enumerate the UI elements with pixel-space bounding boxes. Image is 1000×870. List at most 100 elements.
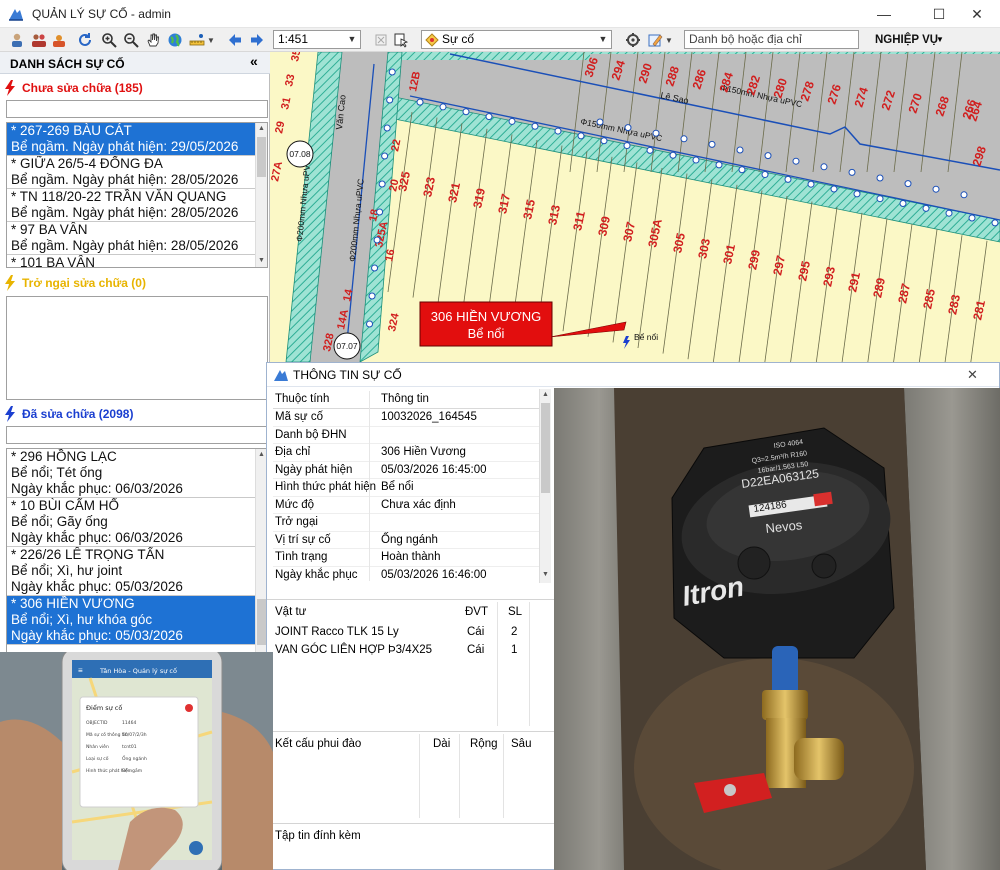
close-button[interactable]: ✕ <box>954 0 1000 28</box>
list-item-line1: * 10 BÙI CẨM HỔ <box>11 498 120 513</box>
map-view[interactable]: Φ150mm Nhựa uPVC Φ150mm Nhựa uPVC Φ200mm… <box>270 52 1000 362</box>
list-item-line1: * 226/26 LÊ TRỌNG TẤN <box>11 547 165 562</box>
zoom-out-icon[interactable] <box>122 31 140 49</box>
list-item-line2: Bể ngầm. Ngày phát hiện: 28/05/2026 <box>11 172 239 187</box>
materials-header-qty: SL <box>508 606 523 618</box>
list-item[interactable]: * 267-269 BÀU CÁT Bể ngầm. Ngày phát hiện… <box>7 123 256 156</box>
users-icon[interactable] <box>30 31 48 49</box>
attribute-key: Vị trí sự cố <box>275 533 331 546</box>
zoom-in-icon[interactable] <box>100 31 118 49</box>
layer-value: Sự cố <box>442 32 475 46</box>
panel-header: DANH SÁCH SỰ CỐ « <box>0 52 270 74</box>
chevron-down-icon[interactable]: ▼ <box>936 35 944 44</box>
section-pending-label: Chưa sửa chữa (185) <box>22 81 143 95</box>
material-qty: 2 <box>511 626 518 638</box>
attribute-row: Ngày khắc phục 05/03/2026 16:46:00 <box>273 567 549 584</box>
pan-hand-icon[interactable] <box>144 31 162 49</box>
globe-icon[interactable] <box>166 31 184 49</box>
edit-dropdown-icon[interactable]: ▼ <box>664 31 674 49</box>
lightning-icon <box>5 406 15 422</box>
info-close-button[interactable]: ✕ <box>967 367 978 383</box>
attachments-area[interactable]: Tập tin đính kèm <box>267 823 555 869</box>
zone-marker-0707[interactable]: 07.07 <box>333 332 361 360</box>
phone-field-3: Nhân viên <box>86 743 109 750</box>
minimize-button[interactable]: — <box>861 0 907 28</box>
back-arrow-icon[interactable] <box>226 31 244 49</box>
section-pending-header[interactable]: Chưa sửa chữa (185) <box>4 78 143 98</box>
list-item-line2: Bể nổi; Xì, hư joint <box>11 563 123 578</box>
list-item[interactable]: * 101 BA VÂN <box>7 255 256 267</box>
measure-icon[interactable] <box>188 31 206 49</box>
attribute-row: Vị trí sự cố Ống ngánh <box>273 532 549 549</box>
list-item[interactable]: * 10 BÙI CẨM HỔ Bể nổi; Gãy ống Ngày khắc … <box>7 498 256 547</box>
list-item[interactable]: * GIỮA 26/5-4 ĐỐNG ĐA Bể ngầm. Ngày phát … <box>7 156 256 189</box>
list-item-line1: * GIỮA 26/5-4 ĐỐNG ĐA <box>11 156 163 171</box>
scroll-up-icon[interactable]: ▲ <box>258 125 265 132</box>
settings-tool-icon[interactable] <box>624 31 642 49</box>
measure-dropdown-icon[interactable]: ▼ <box>206 31 216 49</box>
callout-subtitle: Bể nổi <box>468 326 505 341</box>
incident-photo[interactable]: D22EA063125 ISO 4064 Q3=2.5m³/h R160 16b… <box>554 388 1000 870</box>
scroll-thumb[interactable] <box>541 403 550 493</box>
zone-label: 07.07 <box>336 341 358 351</box>
phone-field-1: OBJECTID <box>86 720 108 726</box>
attribute-value: Hoàn thành <box>381 551 441 563</box>
lightning-icon <box>5 80 15 96</box>
section-blocked-label: Trở ngại sửa chữa (0) <box>22 276 146 290</box>
attribute-row: Danh bộ ĐHN <box>273 427 549 444</box>
list-item[interactable]: * 306 HIỀN VƯƠNG Bể nổi; Xì, hư khóa góc N… <box>7 596 256 645</box>
fixed-filter-input[interactable] <box>6 426 268 444</box>
user-icon[interactable] <box>8 31 26 49</box>
scroll-down-icon[interactable]: ▼ <box>258 257 265 264</box>
section-blocked-header[interactable]: Trở ngại sửa chữa (0) <box>4 273 146 293</box>
attribute-value: 10032026_164545 <box>381 411 477 423</box>
layer-select[interactable]: Sự cố ▼ <box>421 30 612 49</box>
select-feature-icon[interactable] <box>392 31 410 49</box>
pending-filter-input[interactable] <box>6 100 268 118</box>
materials-table: Vật tư ĐVT SL JOINT Racco TLK 15 Ly Cái 2 V… <box>267 599 555 727</box>
chevron-down-icon: ▼ <box>347 34 357 44</box>
callout-title: 306 HIỀN VƯƠNG <box>431 309 541 324</box>
scale-select[interactable]: 1:451 ▼ <box>273 30 361 49</box>
phone-app-title: Tân Hòa - Quản lý sự cố <box>99 667 177 675</box>
attribute-grid-header: Thuộc tính Thông tin <box>273 391 549 409</box>
phone-close-icon[interactable] <box>185 704 193 712</box>
list-item[interactable]: * 97 BA VÂN Bể ngầm. Ngày phát hiện: 28/0… <box>7 222 256 255</box>
scroll-thumb[interactable] <box>257 137 266 177</box>
map-canvas[interactable]: Φ150mm Nhựa uPVC Φ150mm Nhựa uPVC Φ200mm… <box>270 52 1000 362</box>
excavation-header-structure: Kết cấu phui đào <box>275 738 362 750</box>
list-item-line3: Ngày khắc phục: 06/03/2026 <box>11 530 183 545</box>
forward-arrow-icon[interactable] <box>248 31 266 49</box>
parcel-label: 31 <box>279 96 293 110</box>
attribute-key: Mức độ <box>275 498 315 511</box>
list-item[interactable]: * 226/26 LÊ TRỌNG TẤN Bể nổi; Xì, hư join… <box>7 547 256 596</box>
pending-scrollbar[interactable]: ▲ ▼ <box>255 123 267 267</box>
title-bar: QUẢN LÝ SỰ CỐ - admin — ☐ ✕ <box>0 0 1000 28</box>
header-attribute: Thuộc tính <box>275 393 330 405</box>
scroll-thumb[interactable] <box>257 599 266 645</box>
list-item[interactable]: * TN 118/20-22 TRẦN VĂN QUANG Bể ngầm. Ng… <box>7 189 256 222</box>
section-fixed-header[interactable]: Đã sửa chữa (2098) <box>4 404 133 424</box>
list-item-line3: Ngày khắc phục: 06/03/2026 <box>11 481 183 496</box>
group-icon[interactable] <box>50 31 68 49</box>
excavation-header-length: Dài <box>433 738 451 750</box>
refresh-icon[interactable] <box>76 31 94 49</box>
list-item[interactable]: * 296 HỒNG LẠC Bể nổi; Tét ống Ngày khắc p… <box>7 449 256 498</box>
search-input[interactable]: Danh bộ hoặc địa chỉ <box>684 30 859 49</box>
lightning-icon <box>5 275 15 291</box>
blocked-list <box>6 296 268 400</box>
attribute-row: Mã sự cố 10032026_164545 <box>273 409 549 427</box>
attribute-scrollbar[interactable]: ▲ ▼ <box>539 389 551 583</box>
phone-fab-icon[interactable] <box>189 841 203 855</box>
window-title: QUẢN LÝ SỰ CỐ - admin <box>32 7 171 21</box>
edit-pencil-icon[interactable] <box>646 31 664 49</box>
zone-label: 07.08 <box>289 149 311 159</box>
collapse-panel-icon[interactable]: « <box>250 53 258 69</box>
scroll-up-icon[interactable]: ▲ <box>258 451 265 458</box>
zone-marker-0708[interactable]: 07.08 <box>286 140 314 168</box>
scroll-up-icon[interactable]: ▲ <box>542 391 549 398</box>
phone-card-title: Điểm sự cố <box>86 703 122 712</box>
operations-menu[interactable]: NGHIỆP VỤ <box>875 34 938 46</box>
scroll-down-icon[interactable]: ▼ <box>542 571 549 578</box>
mobile-app-photo[interactable]: Tân Hòa - Quản lý sự cố ≡ Điểm sự cố OBJ… <box>0 652 273 870</box>
